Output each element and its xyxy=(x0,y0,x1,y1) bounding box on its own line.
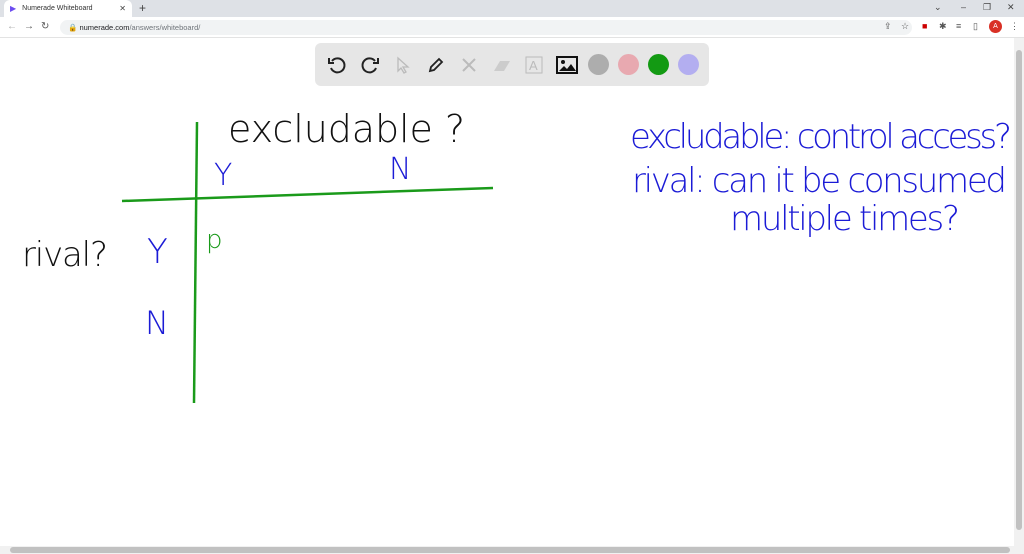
color-pink-swatch[interactable] xyxy=(617,54,639,75)
note-multiple-times: multiple times? xyxy=(730,199,960,239)
extension-icon[interactable]: ■ xyxy=(922,21,927,31)
row-label-rival: rival? xyxy=(22,235,108,275)
forward-icon[interactable]: → xyxy=(24,21,34,32)
share-icon[interactable]: ⇪ xyxy=(884,21,892,32)
pointer-icon[interactable] xyxy=(391,53,415,77)
new-tab-button[interactable]: + xyxy=(139,1,146,15)
back-icon[interactable]: ← xyxy=(7,21,17,32)
color-gray-swatch[interactable] xyxy=(588,54,610,75)
restore-button[interactable]: ❐ xyxy=(983,2,991,13)
address-bar-row: ← → ↻ 🔒 numerade.com/answers/whiteboard/… xyxy=(0,17,1024,38)
cell-private: p xyxy=(206,225,223,255)
numerade-logo-icon: ▶ xyxy=(10,4,17,13)
url-field[interactable]: 🔒 numerade.com/answers/whiteboard/ xyxy=(60,20,912,35)
redo-icon[interactable] xyxy=(358,53,382,77)
bookmark-star-icon[interactable]: ☆ xyxy=(901,21,909,32)
color-green-swatch[interactable] xyxy=(647,54,669,75)
extensions-puzzle-icon[interactable]: ✱ xyxy=(939,21,947,32)
svg-text:A: A xyxy=(529,58,538,73)
close-window-button[interactable]: ✕ xyxy=(1007,2,1015,13)
note-excludable: excludable: control access? xyxy=(630,117,1012,157)
column-yes: Y xyxy=(214,158,232,193)
undo-icon[interactable] xyxy=(325,53,349,77)
pen-icon[interactable] xyxy=(424,53,448,77)
whiteboard-toolbar: A xyxy=(315,43,709,86)
url-path: /answers/whiteboard/ xyxy=(129,23,201,32)
tools-icon[interactable] xyxy=(457,53,481,77)
browser-tab[interactable]: ▶ Numerade Whiteboard ✕ xyxy=(4,0,132,17)
url-host: numerade.com xyxy=(79,23,130,32)
horizontal-scrollbar[interactable] xyxy=(0,546,1024,554)
note-rival: rival: can it be consumed xyxy=(632,161,1007,201)
table-horizontal-line xyxy=(121,186,494,203)
eraser-icon[interactable] xyxy=(490,53,514,77)
tab-title: Numerade Whiteboard xyxy=(22,5,93,12)
menu-icon[interactable]: ⋮ xyxy=(1010,21,1019,32)
row-yes: Y xyxy=(147,232,168,272)
image-icon[interactable] xyxy=(555,53,579,77)
horizontal-scroll-thumb[interactable] xyxy=(10,547,1010,553)
tab-strip: ▶ Numerade Whiteboard ✕ + ⌄ – ❐ ✕ xyxy=(0,0,1024,17)
vertical-scrollbar[interactable] xyxy=(1014,38,1024,546)
side-panel-icon[interactable]: ▯ xyxy=(973,21,978,32)
column-no: N xyxy=(389,152,411,187)
reload-icon[interactable]: ↻ xyxy=(41,21,49,32)
table-vertical-line xyxy=(192,121,199,404)
row-no: N xyxy=(145,304,169,342)
close-tab-icon[interactable]: ✕ xyxy=(119,4,126,13)
text-icon[interactable]: A xyxy=(522,53,546,77)
color-lavender-swatch[interactable] xyxy=(677,54,699,75)
avatar[interactable]: A xyxy=(989,20,1002,33)
tab-search-icon[interactable]: ⌄ xyxy=(934,2,942,13)
reading-list-icon[interactable]: ≡ xyxy=(956,21,961,31)
minimize-button[interactable]: – xyxy=(961,2,966,12)
title-excludable: excludable ? xyxy=(228,107,465,151)
vertical-scroll-thumb[interactable] xyxy=(1016,50,1022,530)
whiteboard-canvas[interactable]: excludable ? Y N rival? Y p N excludable… xyxy=(0,38,1014,546)
